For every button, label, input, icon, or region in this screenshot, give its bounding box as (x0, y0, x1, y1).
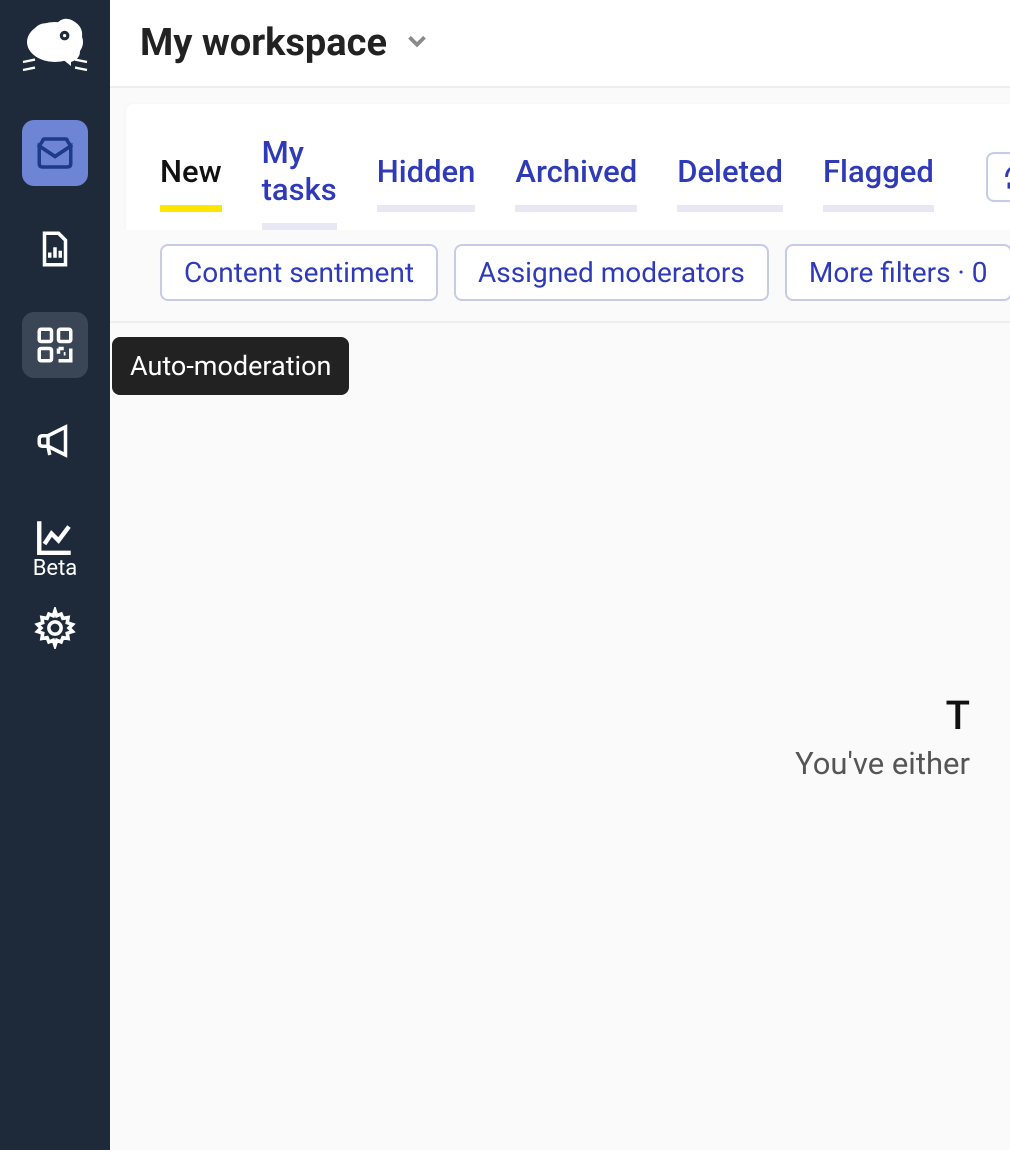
chevron-down-icon[interactable] (402, 26, 432, 60)
tab-hidden[interactable]: Hidden (377, 153, 476, 212)
nav-inbox[interactable] (22, 120, 88, 186)
nav-analytics[interactable] (22, 504, 88, 570)
nav-announcements[interactable] (22, 408, 88, 474)
filter-sentiment[interactable]: Content sentiment (160, 244, 438, 301)
logo-icon (15, 10, 95, 90)
empty-state: T You've either (110, 323, 1010, 1150)
qr-icon (34, 324, 76, 366)
megaphone-icon (34, 420, 76, 462)
tab-new[interactable]: New (160, 153, 222, 212)
gear-icon (34, 607, 76, 649)
tabs-row: New My tasks Hidden Archived Deleted Fla… (126, 104, 1010, 230)
sidebar: Beta (0, 0, 110, 1150)
tab-my-tasks[interactable]: My tasks (262, 134, 337, 230)
logo[interactable] (15, 10, 95, 90)
tab-deleted[interactable]: Deleted (677, 153, 783, 212)
nav-auto-moderation[interactable] (22, 312, 88, 378)
nav-settings[interactable] (22, 595, 88, 661)
tab-archived[interactable]: Archived (515, 153, 637, 212)
empty-heading: T (946, 692, 970, 739)
filter-assigned[interactable]: Assigned moderators (454, 244, 769, 301)
nav-reports[interactable] (22, 216, 88, 282)
document-chart-icon (34, 228, 76, 270)
tab-flagged[interactable]: Flagged (823, 153, 934, 212)
filters-row: Content sentiment Assigned moderators Mo… (110, 230, 1010, 323)
inbox-icon (34, 132, 76, 174)
line-chart-icon (34, 516, 76, 558)
header: My workspace (110, 0, 1010, 88)
content-card: New My tasks Hidden Archived Deleted Fla… (126, 104, 1010, 230)
workspace-title[interactable]: My workspace (140, 21, 387, 65)
empty-subtext: You've either (795, 745, 970, 782)
refresh-button[interactable] (986, 152, 1010, 202)
refresh-icon (1002, 163, 1010, 191)
filter-more[interactable]: More filters · 0 (785, 244, 1010, 301)
main: My workspace New My tasks Hidden Archive… (110, 0, 1010, 1150)
tooltip-auto-moderation: Auto-moderation (112, 337, 349, 395)
